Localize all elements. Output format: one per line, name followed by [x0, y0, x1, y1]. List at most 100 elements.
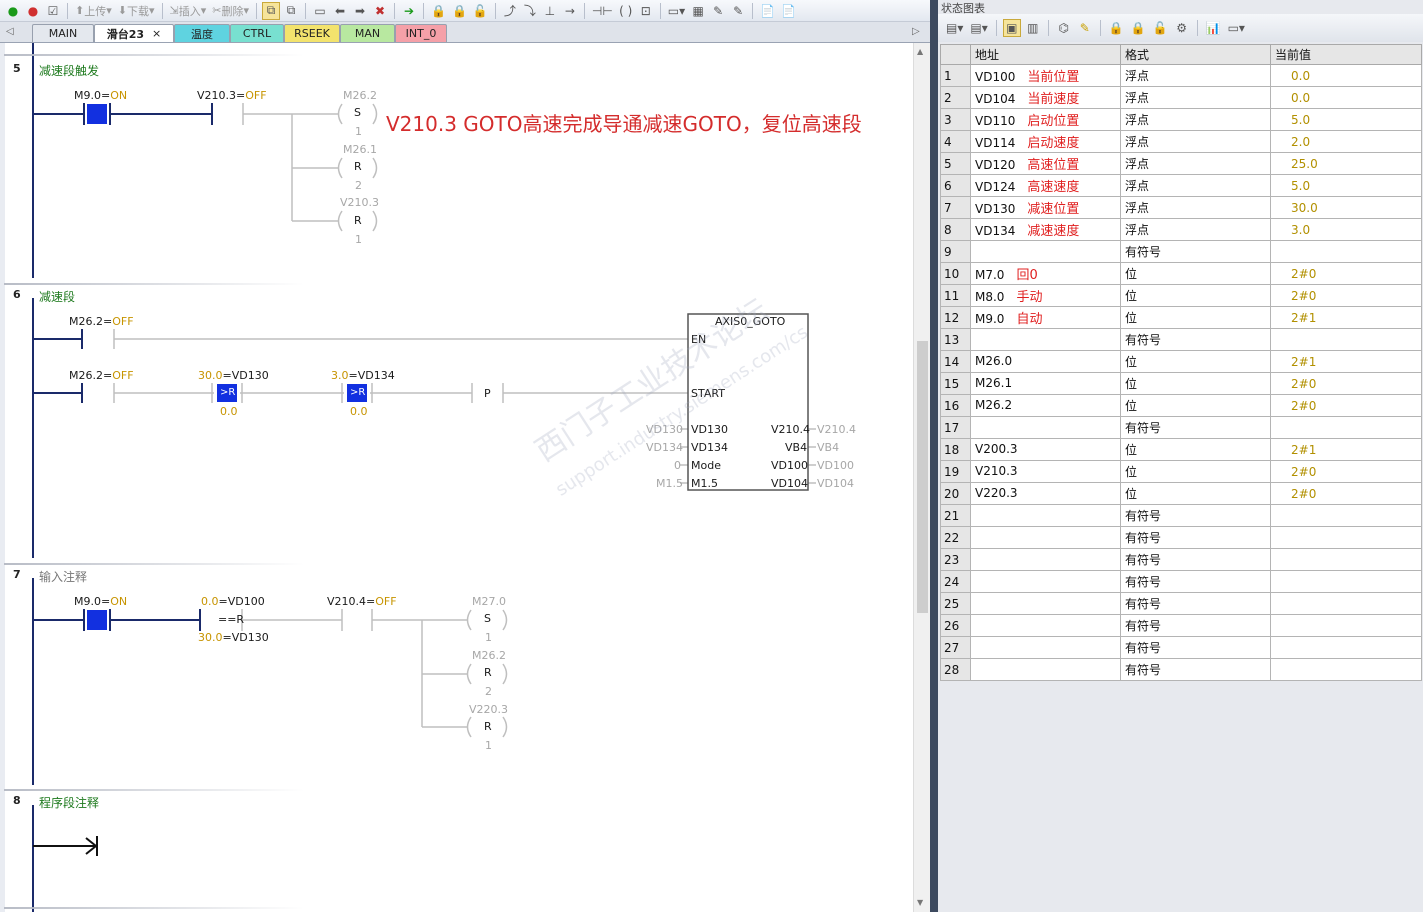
- format-cell[interactable]: 位: [1120, 306, 1271, 329]
- docs2-icon[interactable]: 📄: [779, 2, 798, 20]
- table-row[interactable]: 10 M7.0 回0 位 2#0: [940, 262, 1422, 285]
- format-cell[interactable]: 位: [1120, 438, 1271, 461]
- glasses-icon[interactable]: ⌬: [1055, 19, 1073, 37]
- format-cell[interactable]: 有符号: [1120, 328, 1271, 351]
- format-cell[interactable]: 有符号: [1120, 526, 1271, 549]
- format-cell[interactable]: 有符号: [1120, 504, 1271, 527]
- value-cell[interactable]: [1270, 614, 1422, 637]
- monitor-status-icon[interactable]: ⧉: [282, 2, 300, 20]
- value-cell[interactable]: [1270, 658, 1422, 681]
- back-icon[interactable]: ⬅: [331, 2, 349, 20]
- stop-icon[interactable]: ●: [24, 2, 42, 20]
- address-cell[interactable]: M9.0 自动: [970, 306, 1121, 329]
- address-cell[interactable]: [970, 658, 1121, 681]
- ladder-editor[interactable]: 5 减速段触发 M9.0=ON V210.3=OFF M26.2 S 1 M26…: [0, 43, 913, 912]
- docs-icon[interactable]: 📄: [758, 2, 777, 20]
- tab-scroll-right-icon[interactable]: ▷: [912, 26, 920, 37]
- format-cell[interactable]: 有符号: [1120, 570, 1271, 593]
- value-cell[interactable]: 2#1: [1270, 306, 1422, 329]
- table-row[interactable]: 17 有符号: [940, 416, 1422, 439]
- value-cell[interactable]: 0.0: [1270, 86, 1422, 109]
- format-cell[interactable]: 浮点: [1120, 218, 1271, 241]
- address-cell[interactable]: VD114 启动速度: [970, 130, 1121, 153]
- header-address[interactable]: 地址: [970, 44, 1121, 65]
- value-cell[interactable]: [1270, 570, 1422, 593]
- delete-row-icon[interactable]: ▤▾: [968, 19, 989, 37]
- address-cell[interactable]: VD124 高速速度: [970, 174, 1121, 197]
- value-cell[interactable]: [1270, 592, 1422, 615]
- chart-monitor-icon[interactable]: ▣: [1002, 19, 1021, 37]
- delete-button[interactable]: ✂ 删除 ▾: [210, 2, 251, 20]
- table-row[interactable]: 14 M26.0 位 2#1: [940, 350, 1422, 373]
- lock2-icon[interactable]: 🔒: [450, 2, 469, 20]
- address-cell[interactable]: [970, 526, 1121, 549]
- panel-splitter[interactable]: [930, 0, 938, 912]
- table-icon[interactable]: ▦: [689, 2, 707, 20]
- pencil-icon[interactable]: ✎: [1076, 19, 1094, 37]
- add-row-icon[interactable]: ▤▾: [944, 19, 965, 37]
- network-title[interactable]: 输入注释: [39, 568, 87, 585]
- value-cell[interactable]: 2#0: [1270, 284, 1422, 307]
- table-row[interactable]: 9 有符号: [940, 240, 1422, 263]
- status-chart-grid[interactable]: 地址 格式 当前值 1 VD100 当前位置 浮点 0.0 2 VD104 当前速度 浮点 0.0…: [940, 44, 1422, 681]
- format-cell[interactable]: 浮点: [1120, 108, 1271, 131]
- format-cell[interactable]: 位: [1120, 262, 1271, 285]
- format-cell[interactable]: 有符号: [1120, 658, 1271, 681]
- value-cell[interactable]: 2#0: [1270, 460, 1422, 483]
- address-cell[interactable]: VD100 当前位置: [970, 64, 1121, 87]
- table-row[interactable]: 27 有符号: [940, 636, 1422, 659]
- address-cell[interactable]: M26.0: [970, 350, 1121, 373]
- address-cell[interactable]: [970, 636, 1121, 659]
- value-cell[interactable]: 5.0: [1270, 108, 1422, 131]
- address-cell[interactable]: VD104 当前速度: [970, 86, 1121, 109]
- format-cell[interactable]: 位: [1120, 482, 1271, 505]
- address-cell[interactable]: VD130 减速位置: [970, 196, 1121, 219]
- table-row[interactable]: 1 VD100 当前位置 浮点 0.0: [940, 64, 1422, 87]
- address-cell[interactable]: V220.3: [970, 482, 1121, 505]
- table-row[interactable]: 15 M26.1 位 2#0: [940, 372, 1422, 395]
- address-cell[interactable]: [970, 614, 1121, 637]
- format-cell[interactable]: 有符号: [1120, 636, 1271, 659]
- table-row[interactable]: 19 V210.3 位 2#0: [940, 460, 1422, 483]
- table-row[interactable]: 22 有符号: [940, 526, 1422, 549]
- edit-icon[interactable]: ✎: [709, 2, 727, 20]
- table-row[interactable]: 26 有符号: [940, 614, 1422, 637]
- comment-icon[interactable]: ▭▾: [666, 2, 687, 20]
- table-row[interactable]: 6 VD124 高速速度 浮点 5.0: [940, 174, 1422, 197]
- format-cell[interactable]: 有符号: [1120, 592, 1271, 615]
- network-title[interactable]: 减速段触发: [39, 62, 99, 79]
- format-cell[interactable]: 有符号: [1120, 240, 1271, 263]
- network-title[interactable]: 程序段注释: [39, 794, 99, 811]
- address-cell[interactable]: M26.1: [970, 372, 1121, 395]
- format-cell[interactable]: 有符号: [1120, 416, 1271, 439]
- format-cell[interactable]: 位: [1120, 372, 1271, 395]
- address-cell[interactable]: [970, 592, 1121, 615]
- value-cell[interactable]: [1270, 504, 1422, 527]
- value-cell[interactable]: 2#0: [1270, 482, 1422, 505]
- table-row[interactable]: 20 V220.3 位 2#0: [940, 482, 1422, 505]
- address-cell[interactable]: M7.0 回0: [970, 262, 1121, 285]
- table-row[interactable]: 4 VD114 启动速度 浮点 2.0: [940, 130, 1422, 153]
- address-cell[interactable]: [970, 548, 1121, 571]
- value-cell[interactable]: 2.0: [1270, 130, 1422, 153]
- table-row[interactable]: 12 M9.0 自动 位 2#1: [940, 306, 1422, 329]
- tab-rseek[interactable]: RSEEK: [284, 24, 340, 42]
- format-cell[interactable]: 浮点: [1120, 152, 1271, 175]
- table-row[interactable]: 21 有符号: [940, 504, 1422, 527]
- address-cell[interactable]: [970, 570, 1121, 593]
- tooltip-icon[interactable]: ▭▾: [1226, 19, 1247, 37]
- format-cell[interactable]: 位: [1120, 350, 1271, 373]
- branch-down-icon[interactable]: ⤵: [521, 2, 539, 20]
- address-cell[interactable]: [970, 504, 1121, 527]
- address-cell[interactable]: [970, 240, 1121, 263]
- table-row[interactable]: 13 有符号: [940, 328, 1422, 351]
- scroll-down-icon[interactable]: ▼: [917, 898, 923, 907]
- value-cell[interactable]: [1270, 240, 1422, 263]
- value-cell[interactable]: 5.0: [1270, 174, 1422, 197]
- value-cell[interactable]: 2#0: [1270, 372, 1422, 395]
- table-row[interactable]: 16 M26.2 位 2#0: [940, 394, 1422, 417]
- value-cell[interactable]: 30.0: [1270, 196, 1422, 219]
- address-cell[interactable]: VD120 高速位置: [970, 152, 1121, 175]
- format-cell[interactable]: 位: [1120, 284, 1271, 307]
- address-cell[interactable]: V200.3: [970, 438, 1121, 461]
